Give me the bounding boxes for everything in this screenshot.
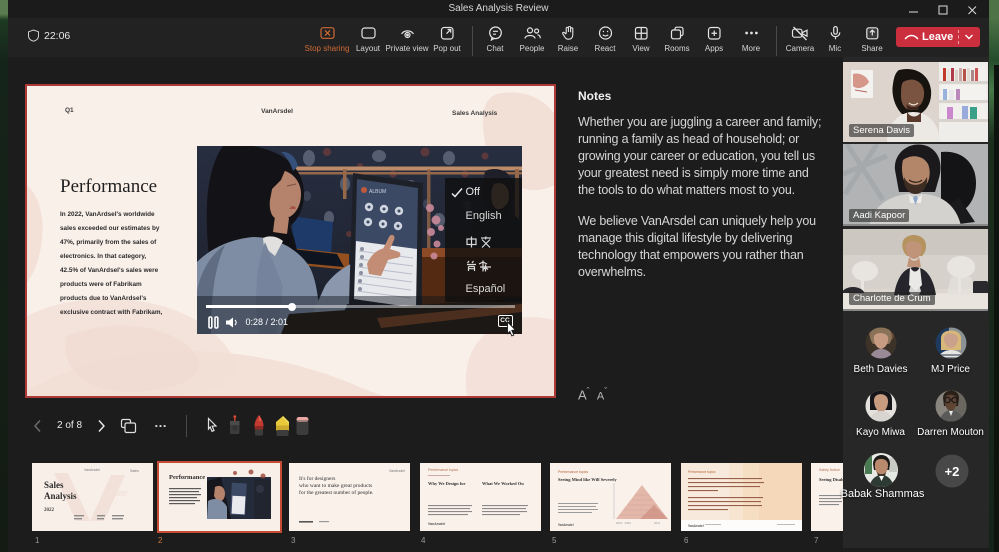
svg-text:2022: 2022	[44, 508, 55, 513]
svg-text:What We Worked On: What We Worked On	[482, 481, 524, 486]
svg-text:VanArsdel: VanArsdel	[558, 523, 574, 527]
svg-text:Why We Design for: Why We Design for	[428, 481, 466, 486]
svg-text:Sales: Sales	[44, 480, 64, 490]
svg-text:Performance topics: Performance topics	[688, 470, 716, 474]
svg-text:who want to make great product: who want to make great products	[299, 483, 372, 489]
svg-text:Sales: Sales	[130, 469, 139, 473]
svg-text:VanArsdel: VanArsdel	[389, 469, 405, 473]
svg-text:Safety Notice: Safety Notice	[819, 468, 840, 472]
svg-text:2021: 2021	[654, 521, 661, 525]
svg-text:Performance topics: Performance topics	[558, 470, 588, 474]
svg-text:VanArsdel: VanArsdel	[84, 468, 100, 472]
svg-text:It's for designers: It's for designers	[299, 475, 335, 482]
svg-text:VanArsdel: VanArsdel	[688, 524, 704, 528]
svg-text:Performance topics: Performance topics	[428, 468, 458, 472]
svg-text:ALBUM: ALBUM	[369, 189, 386, 195]
svg-text:2019 2020: 2019 2020	[616, 521, 631, 525]
svg-text:for the greatest number of peo: for the greatest number of people.	[299, 489, 374, 496]
svg-text:Seeing Mind like Will Severely: Seeing Mind like Will Severely	[558, 477, 618, 482]
svg-text:+2: +2	[945, 464, 960, 479]
svg-text:VanArsdel: VanArsdel	[428, 522, 445, 526]
svg-text:Analysis: Analysis	[44, 491, 77, 501]
svg-text:Performance: Performance	[169, 474, 205, 481]
